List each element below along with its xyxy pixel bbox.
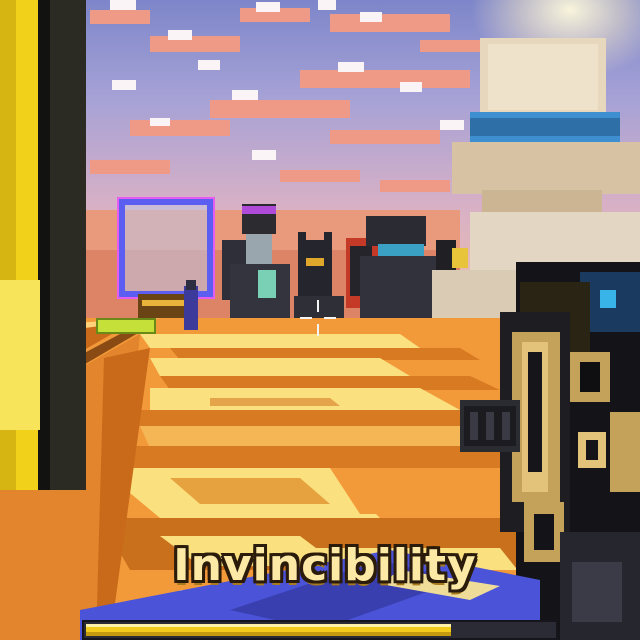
- crosshair-icon: [300, 300, 336, 336]
- effect-progress-highlight: [86, 624, 451, 627]
- enemy-player: [184, 286, 198, 330]
- yellow-pillar: [0, 0, 86, 490]
- pickup-item: [96, 318, 156, 334]
- game-viewport[interactable]: Invincibility: [0, 0, 640, 640]
- effect-title: Invincibility: [173, 540, 477, 591]
- effect-progress-bar: [82, 620, 558, 640]
